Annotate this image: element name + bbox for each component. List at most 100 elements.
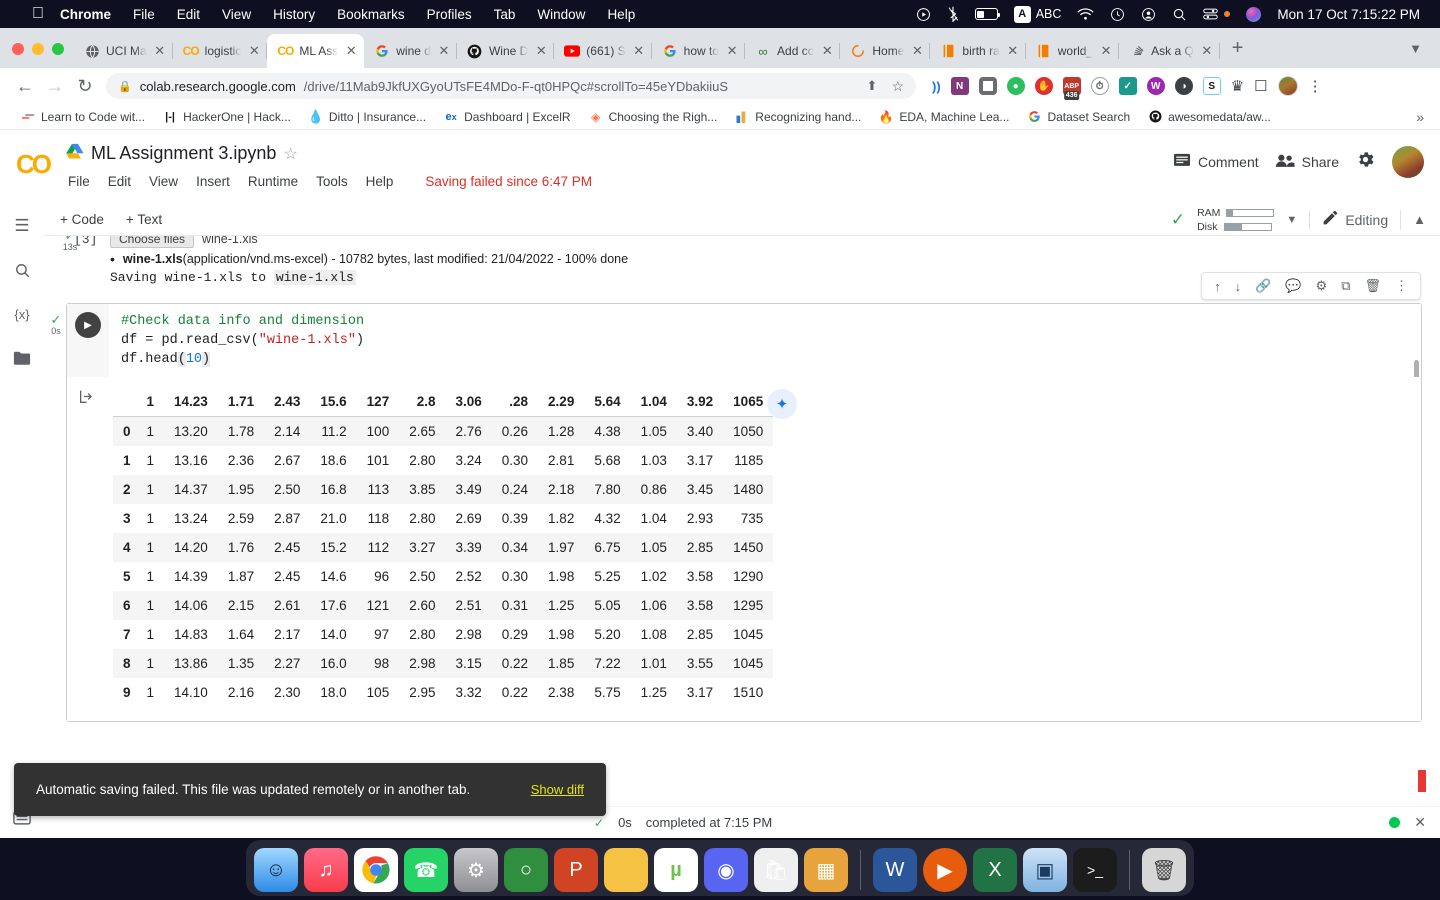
colab-menu-help[interactable]: Help: [366, 174, 394, 189]
bookmark-item[interactable]: Recognizing hand...: [726, 110, 870, 124]
abp-counter-extension-icon[interactable]: ABP 436: [1062, 77, 1081, 100]
account-icon[interactable]: [1141, 7, 1156, 22]
close-tab-icon[interactable]: ✕: [910, 43, 924, 59]
bookmarks-overflow-button[interactable]: »: [1416, 109, 1428, 125]
cast-icon[interactable]: )): [932, 79, 941, 94]
gear-icon[interactable]: [1355, 149, 1376, 175]
browser-tab-2-active[interactable]: CO ML Ass ✕: [267, 34, 365, 68]
address-bar[interactable]: 🔒 colab.research.google.com/drive/11Mab9…: [106, 73, 916, 99]
mac-menu-view[interactable]: View: [222, 7, 251, 22]
dock-item-appstore[interactable]: 🛍: [754, 848, 798, 892]
mac-menu-window[interactable]: Window: [537, 7, 585, 22]
move-cell-down-icon[interactable]: ↓: [1235, 279, 1242, 294]
show-diff-link[interactable]: Show diff: [531, 782, 584, 797]
colab-menu-edit[interactable]: Edit: [108, 174, 131, 189]
close-tab-icon[interactable]: ✕: [1099, 43, 1113, 59]
bookmark-item[interactable]: awesomedata/aw...: [1139, 110, 1280, 124]
cell-settings-icon[interactable]: ⚙: [1316, 278, 1328, 294]
reload-icon[interactable]: ↻: [70, 76, 100, 97]
profile-avatar[interactable]: [1277, 76, 1298, 96]
close-tab-icon[interactable]: ✕: [725, 43, 739, 59]
resource-usage-indicator[interactable]: RAM Disk: [1197, 207, 1275, 233]
minimize-window-button[interactable]: [32, 43, 44, 55]
scribd-extension-icon[interactable]: S: [1202, 77, 1221, 95]
close-window-button[interactable]: [12, 43, 24, 55]
chevron-up-icon[interactable]: ▲: [1413, 212, 1426, 227]
mac-menu-file[interactable]: File: [133, 7, 155, 22]
dock-item-trash[interactable]: 🗑: [1142, 848, 1186, 892]
dock-item-music[interactable]: ♫: [304, 848, 348, 892]
bookmark-item[interactable]: |-| HackerOne | Hack...: [154, 110, 300, 124]
files-icon[interactable]: [0, 336, 44, 380]
browser-tab-11[interactable]: Ask a Q ✕: [1119, 34, 1220, 68]
editing-mode-button[interactable]: Editing: [1322, 210, 1388, 229]
choose-files-button[interactable]: Choose files: [110, 236, 195, 248]
close-tab-icon[interactable]: ✕: [820, 43, 834, 59]
back-arrow-icon[interactable]: ←: [10, 76, 40, 97]
apple-logo-icon[interactable]: : [32, 6, 44, 22]
evernote-extension-icon[interactable]: ●: [1006, 77, 1025, 95]
chevron-down-icon[interactable]: ▼: [1286, 214, 1297, 226]
dark-reader-extension-icon[interactable]: ◑: [1174, 77, 1193, 95]
adblock-extension-icon[interactable]: ✋: [1034, 77, 1053, 95]
close-tab-icon[interactable]: ✕: [153, 43, 167, 59]
speed-extension-icon[interactable]: ⏱: [1090, 77, 1109, 95]
browser-tab-10[interactable]: world_ ✕: [1026, 34, 1120, 68]
close-tab-icon[interactable]: ✕: [247, 43, 261, 59]
browser-tab-9[interactable]: birth ra ✕: [930, 34, 1027, 68]
time-machine-icon[interactable]: [1110, 7, 1125, 22]
wifi-icon[interactable]: [1077, 7, 1095, 21]
control-center-icon[interactable]: [1203, 7, 1219, 21]
browser-tab-0[interactable]: UCI Ma ✕: [74, 34, 173, 68]
browser-tab-3[interactable]: wine d ✕: [364, 34, 457, 68]
move-cell-up-icon[interactable]: ↑: [1214, 279, 1221, 294]
dock-item-chrome[interactable]: [354, 848, 398, 892]
bluetooth-off-icon[interactable]: [947, 6, 959, 22]
bookmark-star-icon[interactable]: ☆: [891, 78, 904, 95]
more-options-icon[interactable]: ⋮: [1395, 278, 1408, 294]
colab-menu-runtime[interactable]: Runtime: [248, 174, 298, 189]
variables-icon[interactable]: {x}: [0, 292, 44, 336]
copy-cell-icon[interactable]: ⧉: [1341, 278, 1350, 294]
mac-menu-history[interactable]: History: [273, 7, 315, 22]
dock-item-excel[interactable]: X: [973, 848, 1017, 892]
page-title[interactable]: ML Assignment 3.ipynb: [91, 143, 276, 164]
add-code-cell-button[interactable]: + Code: [60, 212, 104, 227]
dock-item-settings[interactable]: ⚙: [454, 848, 498, 892]
close-icon[interactable]: ✕: [1414, 814, 1426, 831]
lock-icon[interactable]: 🔒: [118, 80, 132, 93]
close-tab-icon[interactable]: ✕: [534, 43, 548, 59]
star-outline-icon[interactable]: ☆: [283, 144, 297, 164]
maximize-window-button[interactable]: [52, 43, 64, 55]
dock-item-anaconda[interactable]: ○: [504, 848, 548, 892]
browser-tab-7[interactable]: ∞ Add co ✕: [745, 34, 841, 68]
colab-logo[interactable]: CO: [16, 149, 52, 180]
mac-menu-chrome[interactable]: Chrome: [60, 7, 111, 22]
share-button[interactable]: Share: [1275, 153, 1339, 171]
comment-button[interactable]: Comment: [1173, 153, 1259, 172]
mac-menu-tab[interactable]: Tab: [494, 7, 516, 22]
close-tab-icon[interactable]: ✕: [632, 43, 646, 59]
search-icon[interactable]: [0, 248, 44, 292]
spotlight-search-icon[interactable]: [1172, 7, 1187, 22]
colab-menu-file[interactable]: File: [68, 174, 90, 189]
close-tab-icon[interactable]: ✕: [344, 43, 358, 59]
dock-item-whatsapp[interactable]: ☎: [404, 848, 448, 892]
share-icon[interactable]: ⬆: [867, 78, 878, 94]
bookmark-item[interactable]: ◈ Choosing the Righ...: [580, 110, 727, 124]
browser-tab-6[interactable]: how to ✕: [652, 34, 746, 68]
dock-item-vlc[interactable]: ▶: [923, 848, 967, 892]
dock-item-preview[interactable]: ▣: [1023, 848, 1067, 892]
bookmark-item[interactable]: ex Dashboard | ExcelR: [435, 110, 580, 124]
colab-menu-tools[interactable]: Tools: [316, 174, 348, 189]
three-dot-menu-icon[interactable]: ⋮: [1308, 77, 1323, 95]
forward-arrow-icon[interactable]: →: [40, 76, 70, 97]
new-tab-button[interactable]: +: [1220, 37, 1256, 68]
extensions-puzzle-icon[interactable]: ♛: [1231, 77, 1244, 95]
close-tab-icon[interactable]: ✕: [1006, 43, 1020, 59]
dock-item-terminal[interactable]: >_: [1073, 848, 1117, 892]
dock-item-folder[interactable]: [604, 848, 648, 892]
bookmark-item[interactable]: Dataset Search: [1018, 110, 1139, 124]
keyboard-input-source[interactable]: A ABC: [1013, 5, 1061, 23]
browser-tab-1[interactable]: CO logistic ✕: [173, 34, 268, 68]
